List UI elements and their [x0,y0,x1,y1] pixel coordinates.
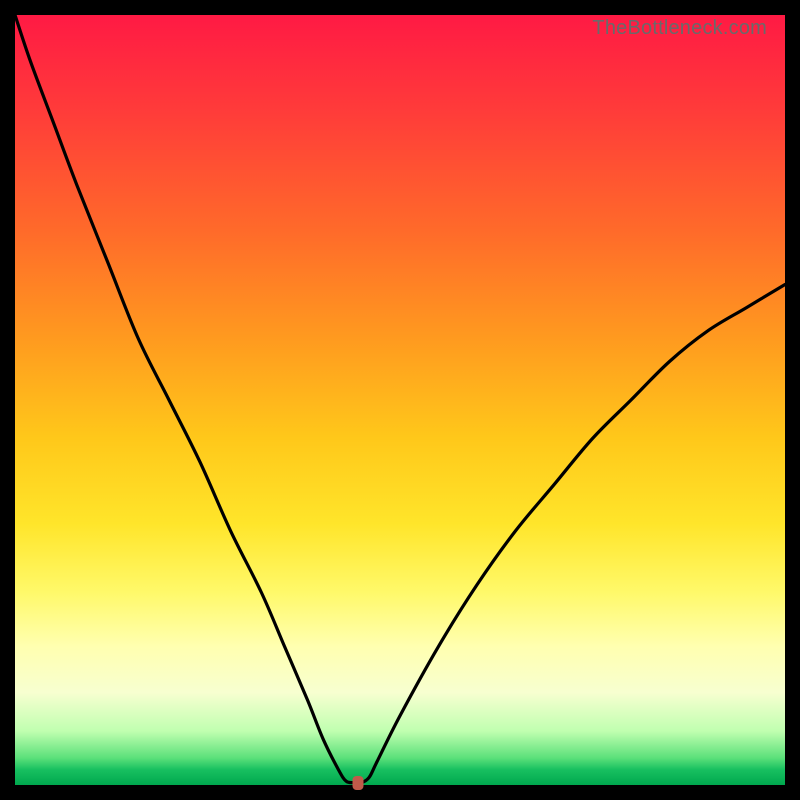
chart-frame: TheBottleneck.com [0,0,800,800]
plot-area: TheBottleneck.com [15,15,785,785]
bottleneck-curve [15,15,785,785]
optimal-point-marker [352,776,363,790]
